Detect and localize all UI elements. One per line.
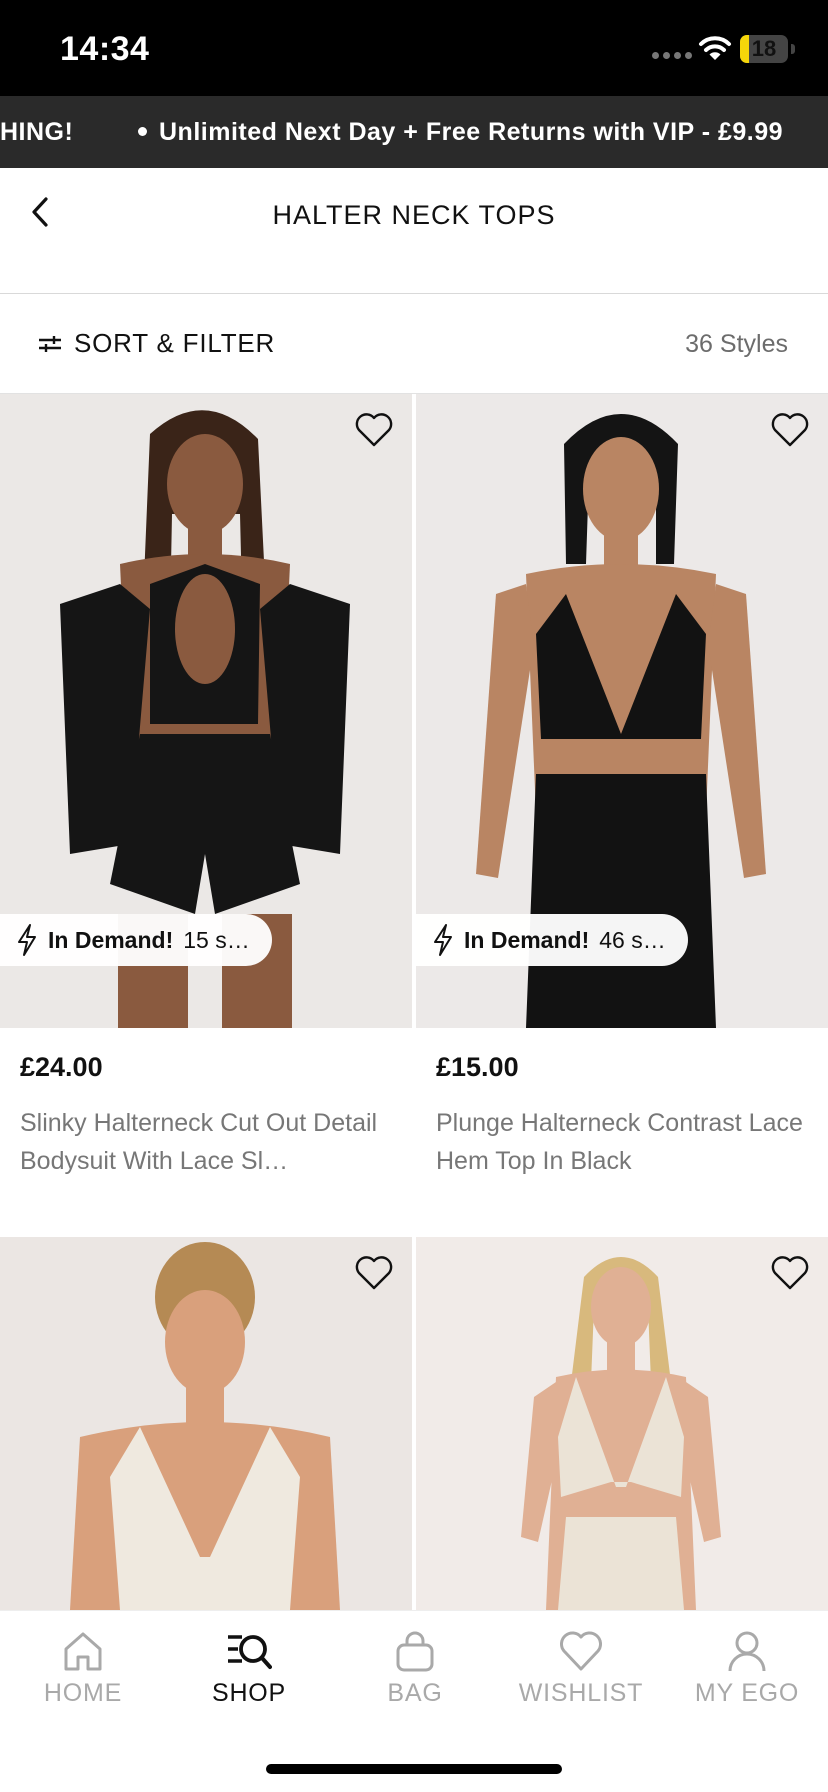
in-demand-label: In Demand!	[464, 926, 590, 953]
photo-cutout	[175, 574, 235, 684]
product-photo	[0, 1237, 412, 1610]
bag-icon	[396, 1631, 434, 1672]
promo-fragment: HING!	[0, 118, 74, 146]
lightning-icon	[18, 924, 36, 956]
photo-neck	[186, 1387, 224, 1427]
page-title: HALTER NECK TOPS	[272, 200, 556, 230]
bullet-icon	[138, 126, 147, 136]
in-demand-count: 46 s…	[599, 926, 666, 953]
sliders-icon	[39, 335, 61, 352]
wishlist-heart-icon[interactable]	[354, 1255, 394, 1291]
tab-label: WISHLIST	[518, 1679, 644, 1707]
promo-banner[interactable]: HING! Unlimited Next Day + Free Returns …	[0, 96, 828, 168]
photo-face	[165, 1290, 245, 1394]
photo-face	[591, 1267, 651, 1347]
in-demand-count: 15 s…	[183, 926, 250, 953]
tab-label: HOME	[43, 1679, 123, 1707]
lightning-icon	[434, 924, 452, 956]
photo-face	[167, 434, 243, 534]
battery-cap	[791, 44, 795, 54]
sort-filter-button[interactable]: SORT & FILTER	[38, 328, 275, 359]
status-bar: 14:34 18	[0, 0, 828, 96]
tab-shop[interactable]: SHOP	[166, 1629, 332, 1708]
in-demand-badge: In Demand! 15 s…	[0, 914, 272, 966]
filter-bar: SORT & FILTER 36 Styles	[0, 294, 828, 394]
battery-level: 18	[751, 36, 777, 61]
home-indicator	[266, 1764, 562, 1774]
tab-wishlist[interactable]: WISHLIST	[498, 1629, 664, 1708]
sort-filter-label: SORT & FILTER	[74, 328, 276, 358]
product-card[interactable]: In Demand! 46 s… £15.00 Plunge Halternec…	[416, 394, 828, 1175]
tab-home[interactable]: HOME	[0, 1629, 166, 1708]
promo-message-wrap: Unlimited Next Day + Free Returns with V…	[138, 118, 783, 147]
tab-label: BAG	[387, 1679, 443, 1707]
profile-icon	[728, 1631, 766, 1672]
product-name[interactable]: Plunge Halterneck Contrast Lace Hem Top …	[436, 1104, 816, 1180]
battery-icon: 18	[740, 35, 788, 63]
product-image[interactable]	[416, 1237, 828, 1610]
photo-face	[583, 437, 659, 541]
home-icon	[64, 1632, 102, 1671]
tab-label: SHOP	[211, 1679, 287, 1707]
product-card[interactable]: In Demand! 15 s… £24.00 Slinky Halternec…	[0, 394, 412, 1175]
wishlist-heart-icon[interactable]	[354, 412, 394, 448]
styles-count: 36 Styles	[685, 330, 788, 358]
product-image[interactable]	[0, 1237, 412, 1610]
heart-icon	[560, 1631, 602, 1671]
product-image[interactable]: In Demand! 15 s…	[0, 394, 412, 1028]
product-image[interactable]: In Demand! 46 s…	[416, 394, 828, 1028]
product-card[interactable]	[0, 1237, 412, 1610]
tab-my-ego[interactable]: MY EGO	[664, 1629, 828, 1708]
page-header: HALTER NECK TOPS	[0, 168, 828, 294]
product-price: £15.00	[436, 1052, 519, 1082]
cellular-signal-icon	[652, 52, 692, 59]
status-time: 14:34	[60, 30, 150, 68]
product-card[interactable]	[416, 1237, 828, 1610]
tab-label: MY EGO	[694, 1679, 800, 1707]
product-photo	[416, 1237, 828, 1610]
product-name[interactable]: Slinky Halterneck Cut Out Detail Bodysui…	[20, 1104, 400, 1180]
wifi-icon	[699, 36, 731, 60]
wishlist-heart-icon[interactable]	[770, 1255, 810, 1291]
in-demand-badge: In Demand! 46 s…	[416, 914, 688, 966]
shop-search-icon	[228, 1635, 272, 1669]
wishlist-heart-icon[interactable]	[770, 412, 810, 448]
promo-message: Unlimited Next Day + Free Returns with V…	[159, 118, 784, 146]
tab-bag[interactable]: BAG	[332, 1629, 498, 1708]
photo-neck	[607, 1342, 635, 1372]
product-price: £24.00	[20, 1052, 103, 1082]
in-demand-label: In Demand!	[48, 926, 174, 953]
